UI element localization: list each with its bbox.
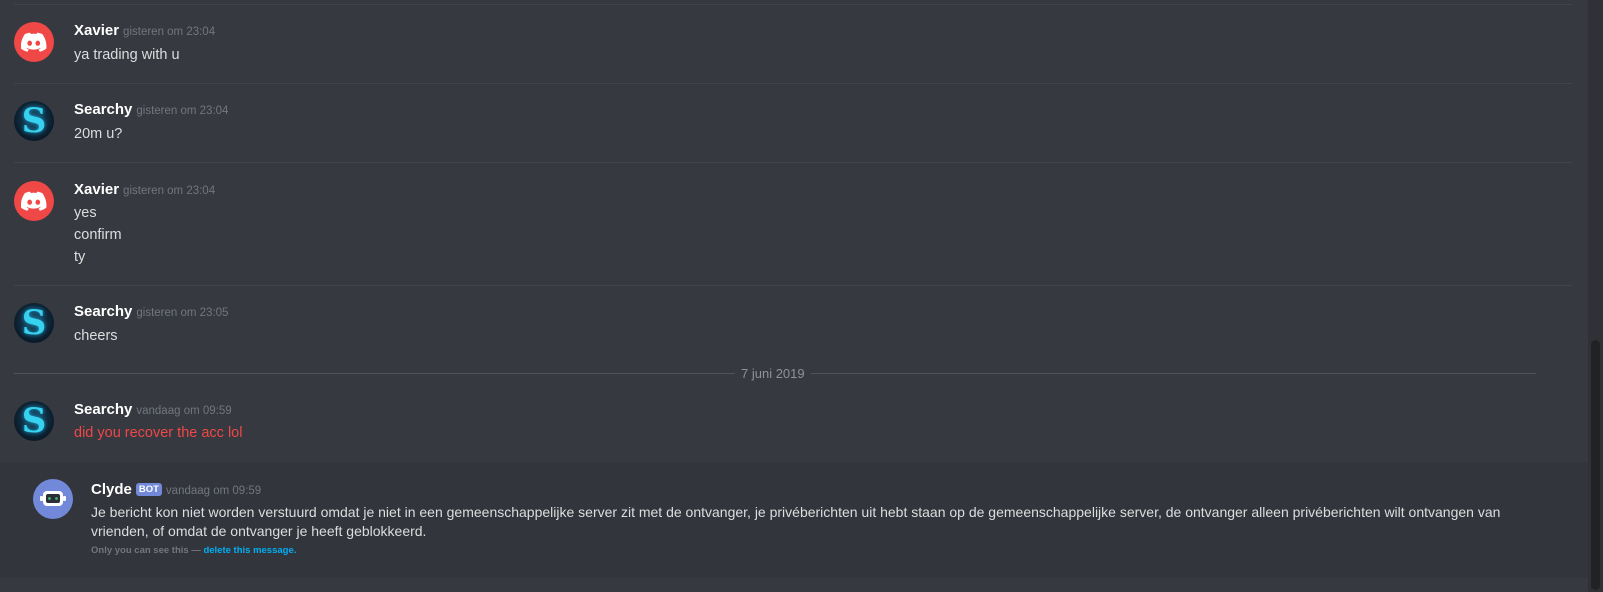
message-header: Xavier gisteren om 23:04 xyxy=(74,22,215,40)
message-text: cheers xyxy=(74,328,118,344)
author-name[interactable]: Searchy xyxy=(74,303,132,320)
message-text: ty xyxy=(74,249,86,265)
message-divider xyxy=(14,4,1572,5)
clyde-bot-avatar-icon[interactable] xyxy=(33,479,73,519)
message-group: Xavier gisteren om 23:04 ya trading with … xyxy=(14,22,1572,82)
message-group: S Searchy gisteren om 23:04 20m u? xyxy=(14,101,1572,161)
failed-message-text: did you recover the acc lol xyxy=(74,425,243,441)
author-name[interactable]: Searchy xyxy=(74,101,132,118)
scrollbar-track[interactable] xyxy=(1588,0,1603,592)
message-header: Searchy gisteren om 23:04 xyxy=(74,101,228,119)
searchy-s-avatar[interactable]: S xyxy=(14,303,54,343)
ephemeral-note-text: Only you can see this — xyxy=(91,545,201,556)
message-timestamp: gisteren om 23:04 xyxy=(123,26,216,38)
ephemeral-note: Only you can see this — delete this mess… xyxy=(91,545,296,556)
author-name[interactable]: Searchy xyxy=(74,401,132,418)
bot-badge: BOT xyxy=(135,483,162,496)
message-header: Searchy vandaag om 09:59 xyxy=(74,401,232,419)
message-group: S Searchy gisteren om 23:05 cheers xyxy=(14,303,1572,363)
message-header: Xavier gisteren om 23:04 xyxy=(74,181,215,199)
chat-messages: Xavier gisteren om 23:04 ya trading with … xyxy=(0,0,1588,592)
message-group: S Searchy vandaag om 09:59 did you recove… xyxy=(14,401,1572,461)
clyde-message-text: Je bericht kon niet worden verstuurd omd… xyxy=(91,504,1501,539)
message-timestamp: vandaag om 09:59 xyxy=(165,485,262,497)
message-divider xyxy=(14,83,1572,84)
message-timestamp: vandaag om 09:59 xyxy=(136,405,232,417)
author-name[interactable]: Clyde xyxy=(91,481,132,498)
scrollbar-thumb[interactable] xyxy=(1591,340,1600,590)
date-separator-label: 7 juni 2019 xyxy=(735,366,811,381)
message-text: yes xyxy=(74,205,97,221)
author-name[interactable]: Xavier xyxy=(74,22,119,39)
message-header: Searchy gisteren om 23:05 xyxy=(74,303,228,321)
author-name[interactable]: Xavier xyxy=(74,181,119,198)
message-header: Clyde BOT vandaag om 09:59 xyxy=(91,481,261,499)
message-text: ya trading with u xyxy=(74,47,180,63)
message-group: Xavier gisteren om 23:04 yes confirm ty xyxy=(14,181,1572,281)
delete-message-link[interactable]: delete this message. xyxy=(203,545,296,556)
message-text: confirm xyxy=(74,227,122,243)
message-text: 20m u? xyxy=(74,126,123,142)
message-timestamp: gisteren om 23:04 xyxy=(123,185,216,197)
discord-logo-icon[interactable] xyxy=(14,181,54,221)
message-timestamp: gisteren om 23:04 xyxy=(136,105,229,117)
searchy-s-avatar[interactable]: S xyxy=(14,101,54,141)
searchy-s-avatar[interactable]: S xyxy=(14,401,54,441)
message-divider xyxy=(14,162,1572,163)
discord-logo-icon[interactable] xyxy=(14,22,54,62)
message-divider xyxy=(14,285,1572,286)
message-timestamp: gisteren om 23:05 xyxy=(136,307,229,319)
